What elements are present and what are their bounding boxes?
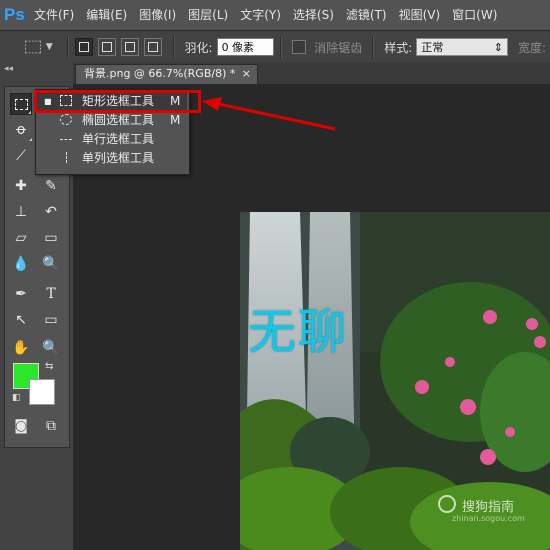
zoom-tool[interactable]: 🔍	[40, 337, 62, 359]
tool-preset-picker[interactable]	[25, 40, 41, 54]
hand-icon: ✋	[12, 340, 30, 356]
bandage-icon: ✚	[15, 178, 27, 194]
menu-image[interactable]: 图像(I)	[133, 0, 182, 30]
brush-select-icon: ⟋	[16, 148, 26, 164]
flyout-item-ellipse-marquee[interactable]: 椭圆选框工具 M	[36, 111, 187, 130]
menu-edit[interactable]: 编辑(E)	[80, 0, 133, 30]
screen-mode-button[interactable]: ⧉	[40, 415, 62, 437]
menu-type[interactable]: 文字(Y)	[234, 0, 287, 30]
menu-filter[interactable]: 滤镜(T)	[340, 0, 393, 30]
flyout-item-single-column[interactable]: 单列选框工具	[36, 149, 187, 168]
blur-tool[interactable]: 💧	[10, 253, 32, 275]
magnifier-icon: 🔍	[42, 340, 60, 356]
hand-tool[interactable]: ✋	[10, 337, 32, 359]
pen-icon: ✒	[15, 286, 27, 302]
ellipse-marquee-icon	[60, 114, 72, 125]
type-tool[interactable]: T	[40, 283, 62, 305]
spot-healing-tool[interactable]: ✚	[10, 175, 32, 197]
brush-tool[interactable]: ✎	[40, 175, 62, 197]
menu-window[interactable]: 窗口(W)	[446, 0, 503, 30]
antialias-checkbox[interactable]	[292, 40, 307, 54]
document-title: 背景.png @ 66.7%(RGB/8) *	[84, 67, 236, 80]
brush-icon: ✎	[45, 178, 57, 194]
watermark-url: zhinan.sogou.com	[452, 514, 525, 523]
collapse-panel-icon[interactable]: ◂◂	[4, 64, 13, 74]
swap-colors-icon[interactable]: ⇆	[45, 361, 53, 372]
flyout-item-single-row[interactable]: 单行选框工具	[36, 130, 187, 149]
dodge-icon: 🔍	[42, 256, 60, 272]
overlay-text: 无聊	[248, 304, 349, 360]
rect-marquee-icon	[14, 98, 28, 110]
style-select[interactable]: 正常 ⇕	[416, 38, 508, 56]
arrow-cursor-icon: ↖	[15, 312, 27, 328]
history-brush-icon: ↶	[45, 204, 57, 220]
single-column-marquee-icon	[66, 152, 67, 163]
width-label: 宽度:	[517, 40, 546, 55]
document-tab[interactable]: 背景.png @ 66.7%(RGB/8) * ×	[75, 64, 258, 84]
divider	[172, 36, 175, 58]
watermark-text: 搜狗指南	[462, 500, 515, 515]
intersect-selection-icon	[147, 42, 158, 52]
history-brush-tool[interactable]: ↶	[40, 201, 62, 223]
document-tab-bar: 背景.png @ 66.7%(RGB/8) * ×	[73, 62, 550, 84]
new-selection-button[interactable]	[74, 38, 93, 56]
lasso-icon: ꝋ	[16, 122, 26, 138]
eraser-icon: ▱	[15, 230, 27, 246]
menu-view[interactable]: 视图(V)	[393, 0, 447, 30]
stamp-icon: ⊥	[14, 204, 28, 220]
annotation-arrow	[202, 97, 336, 131]
default-colors-icon[interactable]: ◧	[12, 393, 21, 403]
single-row-marquee-icon	[60, 139, 72, 140]
photoshop-logo: Ps	[4, 5, 25, 24]
quick-selection-tool[interactable]: ⟋	[10, 145, 32, 167]
add-to-selection-button[interactable]	[97, 38, 116, 56]
flyout-item-label: 椭圆选框工具	[82, 113, 155, 127]
menu-bar: Ps 文件(F) 编辑(E) 图像(I) 图层(L) 文字(Y) 选择(S) 滤…	[0, 0, 550, 30]
quick-mask-icon: ◙	[14, 418, 28, 434]
subtract-from-selection-button[interactable]	[120, 38, 139, 56]
corner-icon	[29, 138, 32, 141]
divider	[66, 36, 69, 58]
rectangle-icon: ▭	[44, 312, 58, 328]
gradient-tool[interactable]: ▭	[40, 227, 62, 249]
corner-icon	[28, 111, 31, 114]
options-bar: ▼ 羽化: 0 像素 消除锯齿 样式: 正常 ⇕ 宽度:	[0, 30, 550, 64]
divider	[372, 36, 375, 58]
screen-mode-icon: ⧉	[46, 418, 56, 434]
pen-tool[interactable]: ✒	[10, 283, 32, 305]
path-selection-tool[interactable]: ↖	[10, 309, 32, 331]
rectangle-shape-tool[interactable]: ▭	[40, 309, 62, 331]
subtract-selection-icon	[124, 42, 135, 52]
flyout-item-shortcut: M	[170, 113, 181, 127]
gradient-icon: ▭	[44, 230, 58, 246]
droplet-icon: 💧	[12, 256, 30, 272]
menu-select[interactable]: 选择(S)	[287, 0, 340, 30]
updown-icon: ⇕	[493, 41, 503, 54]
clone-stamp-tool[interactable]: ⊥	[10, 201, 32, 223]
antialias-label: 消除锯齿	[314, 40, 363, 55]
rect-marquee-tool[interactable]	[10, 93, 32, 115]
divider	[280, 36, 283, 58]
feather-input[interactable]: 0 像素	[216, 38, 275, 56]
style-value: 正常	[421, 41, 444, 54]
flyout-item-label: 单行选框工具	[82, 132, 155, 146]
annotation-highlight-box	[34, 90, 201, 113]
flyout-item-label: 单列选框工具	[82, 151, 155, 165]
background-color-swatch[interactable]	[29, 379, 55, 405]
chevron-down-icon[interactable]: ▼	[46, 42, 53, 52]
type-icon: T	[46, 286, 56, 302]
eraser-tool[interactable]: ▱	[10, 227, 32, 249]
add-selection-icon	[101, 42, 112, 52]
style-label: 样式:	[384, 40, 413, 55]
lasso-tool[interactable]: ꝋ	[10, 119, 32, 141]
sogou-logo-icon	[438, 495, 456, 513]
menu-layer[interactable]: 图层(L)	[182, 0, 234, 30]
feather-label: 羽化:	[184, 40, 213, 55]
menu-file[interactable]: 文件(F)	[28, 0, 80, 30]
quick-mask-button[interactable]: ◙	[10, 415, 32, 437]
new-selection-icon	[78, 42, 89, 52]
dodge-tool[interactable]: 🔍	[40, 253, 62, 275]
intersect-selection-button[interactable]	[143, 38, 162, 56]
close-icon[interactable]: ×	[242, 65, 251, 83]
